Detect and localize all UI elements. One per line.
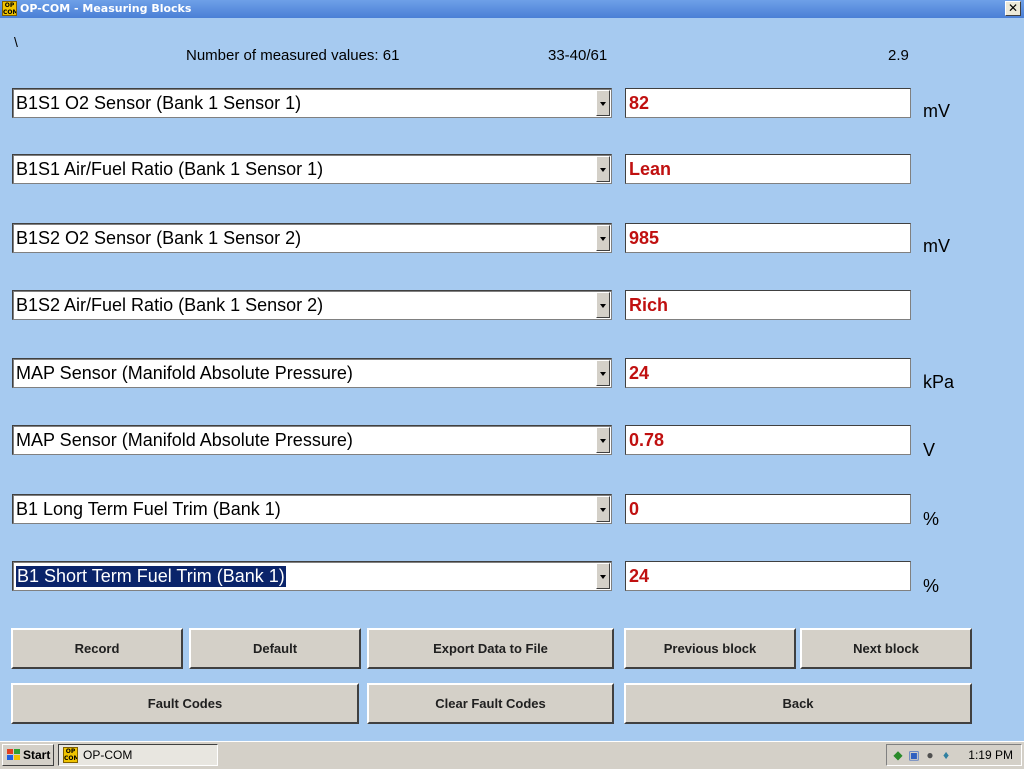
measure-value-1: 82 — [625, 88, 911, 118]
measure-unit-1: mV — [923, 101, 950, 121]
clear-fault-codes-button[interactable]: Clear Fault Codes — [367, 683, 614, 724]
measure-select-label: B1S1 Air/Fuel Ratio (Bank 1 Sensor 1) — [16, 159, 324, 179]
window-title: OP-COM - Measuring Blocks — [20, 2, 192, 15]
display-icon[interactable]: ▣ — [907, 748, 921, 762]
measure-select-label: MAP Sensor (Manifold Absolute Pressure) — [16, 430, 353, 450]
measured-count: Number of measured values: 61 — [186, 47, 400, 64]
measure-value-8: 24 — [625, 561, 911, 591]
measure-unit-6: V — [923, 440, 936, 460]
block-range: 33-40/61 — [548, 47, 608, 64]
back-button[interactable]: Back — [624, 683, 972, 724]
measure-unit-7: % — [923, 509, 940, 529]
dropdown-arrow-icon[interactable] — [596, 225, 610, 251]
export-data-button[interactable]: Export Data to File — [367, 628, 614, 669]
measure-unit-8: % — [923, 576, 940, 596]
measure-select-label: B1 Short Term Fuel Trim (Bank 1) — [16, 566, 286, 587]
title-bar: OP COM OP-COM - Measuring Blocks ✕ — [0, 0, 1024, 18]
dropdown-arrow-icon[interactable] — [596, 156, 610, 182]
clock[interactable]: 1:19 PM — [968, 745, 1013, 765]
value-text: 985 — [629, 228, 660, 248]
value-text: 0 — [629, 499, 640, 519]
fault-codes-button[interactable]: Fault Codes — [11, 683, 359, 724]
measure-select-8[interactable]: B1 Short Term Fuel Trim (Bank 1) — [12, 561, 612, 591]
usb-device-icon[interactable]: ♦ — [939, 748, 953, 762]
record-button[interactable]: Record — [11, 628, 183, 669]
dropdown-arrow-icon[interactable] — [596, 563, 610, 589]
app-icon: OP COM — [2, 1, 17, 16]
measure-unit-5: kPa — [923, 372, 955, 392]
measure-value-3: 985 — [625, 223, 911, 253]
version-label: 2.9 — [888, 47, 909, 64]
value-text: 82 — [629, 93, 650, 113]
app-icon: OP COM — [63, 747, 78, 763]
measure-value-5: 24 — [625, 358, 911, 388]
value-text: 0.78 — [629, 430, 665, 450]
dropdown-arrow-icon[interactable] — [596, 90, 610, 116]
measure-select-label: B1S1 O2 Sensor (Bank 1 Sensor 1) — [16, 93, 302, 113]
measure-value-7: 0 — [625, 494, 911, 524]
system-tray: ◆ ▣ ● ♦ 1:19 PM — [886, 744, 1022, 766]
measure-select-6[interactable]: MAP Sensor (Manifold Absolute Pressure) — [12, 425, 612, 455]
dropdown-arrow-icon[interactable] — [596, 360, 610, 386]
start-button[interactable]: Start — [2, 744, 54, 766]
value-text: 24 — [629, 363, 650, 383]
measure-select-7[interactable]: B1 Long Term Fuel Trim (Bank 1) — [12, 494, 612, 524]
windows-logo-icon — [7, 749, 21, 761]
path-indicator: \ — [14, 34, 18, 50]
measure-select-label: B1 Long Term Fuel Trim (Bank 1) — [16, 499, 281, 519]
security-icon[interactable]: ● — [923, 748, 937, 762]
taskbar: Start OP COM OP-COM ◆ ▣ ● ♦ 1:19 PM — [0, 741, 1024, 769]
dropdown-arrow-icon[interactable] — [596, 427, 610, 453]
start-label: Start — [23, 748, 51, 762]
taskbar-item-opcom[interactable]: OP COM OP-COM — [58, 744, 218, 766]
measure-select-label: B1S2 O2 Sensor (Bank 1 Sensor 2) — [16, 228, 302, 248]
measure-unit-3: mV — [923, 236, 950, 256]
measure-select-5[interactable]: MAP Sensor (Manifold Absolute Pressure) — [12, 358, 612, 388]
value-text: Lean — [629, 159, 672, 179]
value-text: Rich — [629, 295, 669, 315]
measure-select-2[interactable]: B1S1 Air/Fuel Ratio (Bank 1 Sensor 1) — [12, 154, 612, 184]
measure-select-label: MAP Sensor (Manifold Absolute Pressure) — [16, 363, 353, 383]
taskbar-item-label: OP-COM — [83, 748, 133, 762]
measure-select-4[interactable]: B1S2 Air/Fuel Ratio (Bank 1 Sensor 2) — [12, 290, 612, 320]
measure-value-4: Rich — [625, 290, 911, 320]
next-block-button[interactable]: Next block — [800, 628, 972, 669]
measure-select-1[interactable]: B1S1 O2 Sensor (Bank 1 Sensor 1) — [12, 88, 612, 118]
measure-select-label: B1S2 Air/Fuel Ratio (Bank 1 Sensor 2) — [16, 295, 324, 315]
previous-block-button[interactable]: Previous block — [624, 628, 796, 669]
value-text: 24 — [629, 566, 650, 586]
network-icon[interactable]: ◆ — [891, 748, 905, 762]
measure-select-3[interactable]: B1S2 O2 Sensor (Bank 1 Sensor 2) — [12, 223, 612, 253]
measure-value-2: Lean — [625, 154, 911, 184]
default-button[interactable]: Default — [189, 628, 361, 669]
measure-value-6: 0.78 — [625, 425, 911, 455]
dropdown-arrow-icon[interactable] — [596, 292, 610, 318]
dropdown-arrow-icon[interactable] — [596, 496, 610, 522]
close-button[interactable]: ✕ — [1005, 1, 1021, 16]
